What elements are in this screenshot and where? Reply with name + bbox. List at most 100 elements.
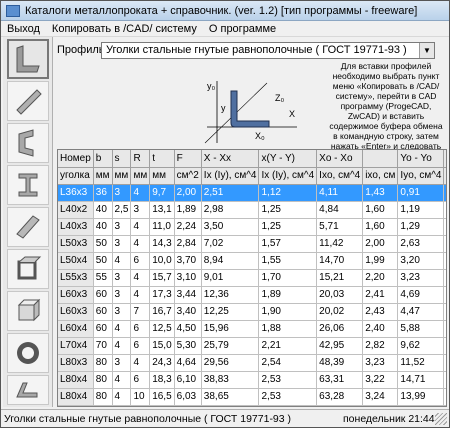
table-cell[interactable]: 1,17 (443, 286, 446, 304)
table-cell[interactable]: 15,7 (149, 269, 175, 287)
table-cell[interactable]: 25,79 (201, 337, 260, 355)
table-cell[interactable]: 12,36 (201, 286, 260, 304)
table-cell[interactable]: 3,23 (397, 269, 445, 287)
table-cell[interactable]: 6 (130, 337, 151, 355)
table-cell[interactable]: 6 (130, 320, 151, 338)
table-cell[interactable]: 48,39 (316, 354, 364, 372)
table-cell[interactable]: 1,25 (258, 201, 318, 219)
table-cell[interactable]: 4 (130, 218, 151, 236)
table-cell[interactable]: 2,43 (362, 303, 399, 321)
chevron-down-icon[interactable]: ▼ (419, 42, 434, 58)
table-cell[interactable]: 38,83 (201, 371, 260, 389)
table-cell[interactable]: 1,02 (443, 269, 446, 287)
menu-exit[interactable]: Выход (1, 23, 46, 35)
row-profile-name[interactable]: L60x4 (58, 320, 94, 338)
table-cell[interactable]: 8,94 (201, 252, 260, 270)
table-cell[interactable]: 2,84 (174, 235, 202, 253)
menu-about[interactable]: О программе (203, 23, 282, 35)
table-cell[interactable]: 1,25 (258, 218, 318, 236)
table-cell[interactable]: 29,56 (201, 354, 260, 372)
table-cell[interactable]: 50 (93, 235, 113, 253)
table-cell[interactable]: 60 (93, 303, 113, 321)
bent-profile-button[interactable] (7, 375, 49, 405)
table-row[interactable]: L60x4604612,54,5015,961,8826,062,405,881… (58, 320, 446, 338)
table-cell[interactable]: 2,00 (174, 184, 202, 202)
table-cell[interactable]: 4 (112, 320, 132, 338)
table-cell[interactable]: 7,02 (201, 235, 260, 253)
table-cell[interactable]: 5,71 (316, 218, 364, 236)
resize-grip[interactable] (435, 412, 447, 425)
table-row[interactable]: L50x4504610,03,708,941,5514,701,993,200,… (58, 252, 446, 270)
angle-unequal-button[interactable] (7, 81, 49, 121)
table-cell[interactable]: 70 (93, 337, 113, 355)
table-cell[interactable]: 4 (112, 252, 132, 270)
table-cell[interactable]: 50 (93, 252, 113, 270)
table-row[interactable]: L40x2402,5313,11,892,981,254,841,601,190… (58, 201, 446, 219)
table-row[interactable]: L55x3553415,73,109,011,7015,212,203,231,… (58, 269, 446, 287)
table-cell[interactable]: 11,52 (397, 354, 445, 372)
table-cell[interactable]: 10,0 (149, 252, 175, 270)
table-cell[interactable]: 63,28 (316, 388, 364, 406)
table-cell[interactable]: 12,25 (201, 303, 260, 321)
table-cell[interactable]: 2,00 (362, 235, 399, 253)
table-row[interactable]: L36x336349,72,002,511,124,111,430,910,68… (58, 184, 446, 202)
table-cell[interactable]: 4 (112, 388, 132, 406)
table-cell[interactable]: 3 (130, 201, 151, 219)
row-profile-name[interactable]: L80x4 (58, 388, 94, 406)
table-cell[interactable]: 1,15 (443, 303, 446, 321)
table-cell[interactable]: 20,03 (316, 286, 364, 304)
column-header[interactable]: Yo - Yo (397, 150, 445, 168)
table-cell[interactable]: 17,3 (149, 286, 175, 304)
table-cell[interactable]: 3 (112, 303, 132, 321)
table-cell[interactable]: 3,10 (174, 269, 202, 287)
profile-table[interactable]: НомерbsRtFX - Xxx(Y - Y)Xo - XoYo - YoX1… (57, 149, 447, 407)
column-header[interactable]: x(Y - Y) (258, 150, 318, 168)
row-profile-name[interactable]: L55x3 (58, 269, 94, 287)
table-cell[interactable]: 3 (112, 235, 132, 253)
row-profile-name[interactable]: L60x3 (58, 286, 94, 304)
table-cell[interactable]: 80 (93, 388, 113, 406)
column-header[interactable]: Номер (58, 150, 94, 168)
table-cell[interactable]: 4,11 (316, 184, 364, 202)
table-cell[interactable]: 3,70 (174, 252, 202, 270)
table-cell[interactable]: 10 (130, 388, 151, 406)
row-profile-name[interactable]: L40x3 (58, 218, 94, 236)
table-cell[interactable]: 80 (93, 371, 113, 389)
table-cell[interactable]: 1,19 (397, 201, 445, 219)
table-cell[interactable]: 1,99 (362, 252, 399, 270)
table-cell[interactable]: 55 (93, 269, 113, 287)
table-cell[interactable]: 4,69 (397, 286, 445, 304)
table-cell[interactable]: 0,93 (443, 252, 446, 270)
table-cell[interactable]: 1,35 (443, 337, 446, 355)
table-cell[interactable]: 1,58 (443, 354, 446, 372)
table-cell[interactable]: 2,53 (258, 388, 318, 406)
channel-button[interactable] (7, 123, 49, 163)
table-cell[interactable]: 38,65 (201, 388, 260, 406)
table-cell[interactable]: 1,29 (397, 218, 445, 236)
table-row[interactable]: L70x4704615,05,3025,792,2142,952,829,621… (58, 337, 446, 355)
table-cell[interactable]: 4 (130, 235, 151, 253)
table-cell[interactable]: 3,24 (362, 388, 399, 406)
table-cell[interactable]: 4 (112, 371, 132, 389)
table-cell[interactable]: 6,03 (174, 388, 202, 406)
table-cell[interactable]: 9,62 (397, 337, 445, 355)
table-cell[interactable]: 4 (130, 354, 151, 372)
table-cell[interactable]: 4,47 (397, 303, 445, 321)
table-cell[interactable]: 4 (130, 184, 151, 202)
table-cell[interactable]: 6 (130, 252, 151, 270)
table-cell[interactable]: 80 (93, 354, 113, 372)
table-cell[interactable]: 2,82 (362, 337, 399, 355)
table-row[interactable]: L40x3403411,02,243,501,255,711,601,290,7… (58, 218, 446, 236)
table-cell[interactable]: 63,31 (316, 371, 364, 389)
table-cell[interactable]: 2,53 (258, 371, 318, 389)
ibeam-button[interactable] (7, 165, 49, 205)
column-header[interactable]: Xo - Xo (316, 150, 364, 168)
table-cell[interactable]: 5,88 (397, 320, 445, 338)
row-profile-name[interactable]: L80x3 (58, 354, 94, 372)
table-cell[interactable]: 3 (112, 354, 132, 372)
table-cell[interactable]: 20,02 (316, 303, 364, 321)
table-cell[interactable]: 3,50 (201, 218, 260, 236)
column-header[interactable] (362, 150, 399, 168)
table-cell[interactable]: 4 (130, 269, 151, 287)
column-header[interactable]: X - Xx (201, 150, 260, 168)
